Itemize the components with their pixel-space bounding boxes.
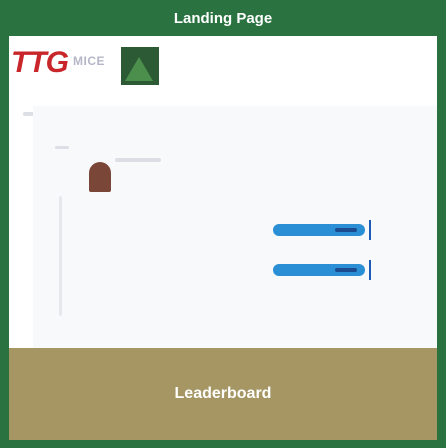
content-panel xyxy=(33,106,437,370)
cta-button[interactable] xyxy=(273,224,365,236)
leaderboard-button[interactable]: Leaderboard xyxy=(9,348,437,440)
page-title: Landing Page xyxy=(0,0,446,36)
avatar xyxy=(89,162,111,192)
logo-subtext: MICE xyxy=(73,54,105,68)
logo-text: TTG xyxy=(11,46,69,79)
brand-logo: TTG MICE xyxy=(11,42,161,88)
logo-badge-icon xyxy=(121,47,159,85)
divider xyxy=(59,196,62,316)
scroll-marker xyxy=(369,220,371,240)
text-placeholder xyxy=(55,146,69,149)
text-placeholder xyxy=(115,158,161,162)
scroll-marker xyxy=(369,260,371,280)
cta-button[interactable] xyxy=(273,264,365,276)
